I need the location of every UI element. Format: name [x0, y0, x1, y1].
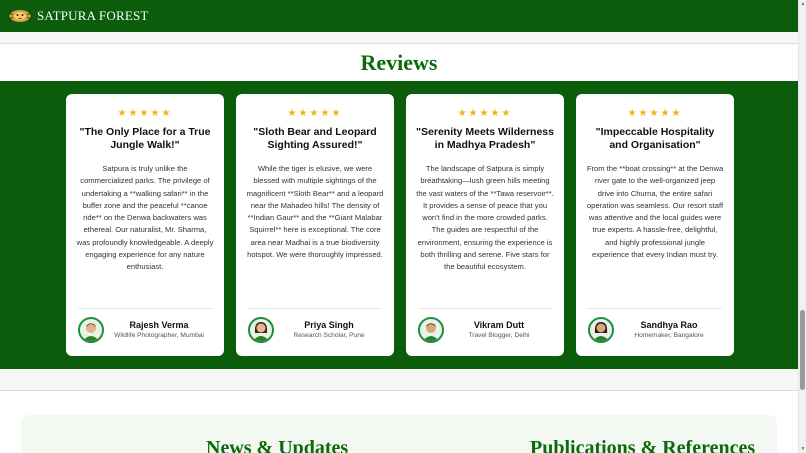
review-card: ★★★★★ "Impeccable Hospitality and Organi… — [576, 94, 734, 356]
scroll-up-arrow-icon[interactable]: ▲ — [799, 0, 806, 8]
review-card: ★★★★★ "Sloth Bear and Leopard Sighting A… — [236, 94, 394, 356]
review-text: From the **boat crossing** at the Denwa … — [586, 164, 724, 260]
review-author: Sandhya Rao Homemaker, Bangalore — [588, 316, 724, 344]
page-scrollbar[interactable]: ▲ ▼ — [798, 0, 806, 453]
star-rating: ★★★★★ — [117, 108, 173, 119]
brand-name[interactable]: SATPURA FOREST — [37, 8, 149, 24]
card-divider — [78, 308, 212, 309]
review-title: "The Only Place for a True Jungle Walk!" — [79, 126, 211, 151]
author-name: Vikram Dutt — [473, 320, 525, 330]
card-divider — [588, 308, 722, 309]
card-divider — [248, 308, 382, 309]
tiger-emblem-icon[interactable] — [8, 9, 32, 23]
female-avatar-icon — [248, 317, 274, 343]
author-role: Wildlife Photographer, Mumbai — [114, 332, 204, 339]
review-author: Rajesh Verma Wildlife Photographer, Mumb… — [78, 316, 214, 344]
card-divider — [418, 308, 552, 309]
review-text: The landscape of Satpura is simply breat… — [416, 164, 554, 272]
male-avatar-icon — [418, 317, 444, 343]
review-text: While the tiger is elusive, we were bles… — [246, 164, 384, 260]
reviews-header: Reviews — [0, 44, 798, 81]
publications-heading: Publications & References — [530, 437, 756, 453]
reviews-section: ★★★★★ "The Only Place for a True Jungle … — [0, 81, 798, 369]
female-avatar-icon — [588, 317, 614, 343]
review-text: Satpura is truly unlike the commercializ… — [76, 164, 214, 272]
review-card: ★★★★★ "Serenity Meets Wilderness in Madh… — [406, 94, 564, 356]
author-name: Sandhya Rao — [640, 320, 698, 330]
star-rating: ★★★★★ — [287, 108, 343, 119]
author-name: Rajesh Verma — [129, 320, 189, 330]
male-avatar-icon — [78, 317, 104, 343]
author-role: Homemaker, Bangalore — [634, 332, 704, 339]
author-name: Priya Singh — [304, 320, 354, 330]
review-author: Vikram Dutt Travel Blogger, Delhi — [418, 316, 554, 344]
review-title: "Serenity Meets Wilderness in Madhya Pra… — [416, 126, 554, 151]
review-title: "Sloth Bear and Leopard Sighting Assured… — [253, 126, 377, 151]
review-card: ★★★★★ "The Only Place for a True Jungle … — [66, 94, 224, 356]
review-author: Priya Singh Research Scholar, Pune — [248, 316, 384, 344]
scroll-down-arrow-icon[interactable]: ▼ — [799, 445, 806, 453]
star-rating: ★★★★★ — [457, 108, 513, 119]
reviews-title: Reviews — [360, 49, 438, 75]
star-rating: ★★★★★ — [627, 108, 683, 119]
review-title: "Impeccable Hospitality and Organisation… — [595, 126, 715, 151]
scroll-thumb[interactable] — [800, 310, 805, 390]
news-updates-heading: News & Updates — [206, 437, 349, 453]
author-role: Research Scholar, Pune — [293, 332, 365, 339]
section-spacer — [0, 32, 798, 44]
author-role: Travel Blogger, Delhi — [468, 332, 530, 339]
section-spacer — [0, 369, 798, 391]
top-navbar: SATPURA FOREST — [0, 0, 798, 32]
